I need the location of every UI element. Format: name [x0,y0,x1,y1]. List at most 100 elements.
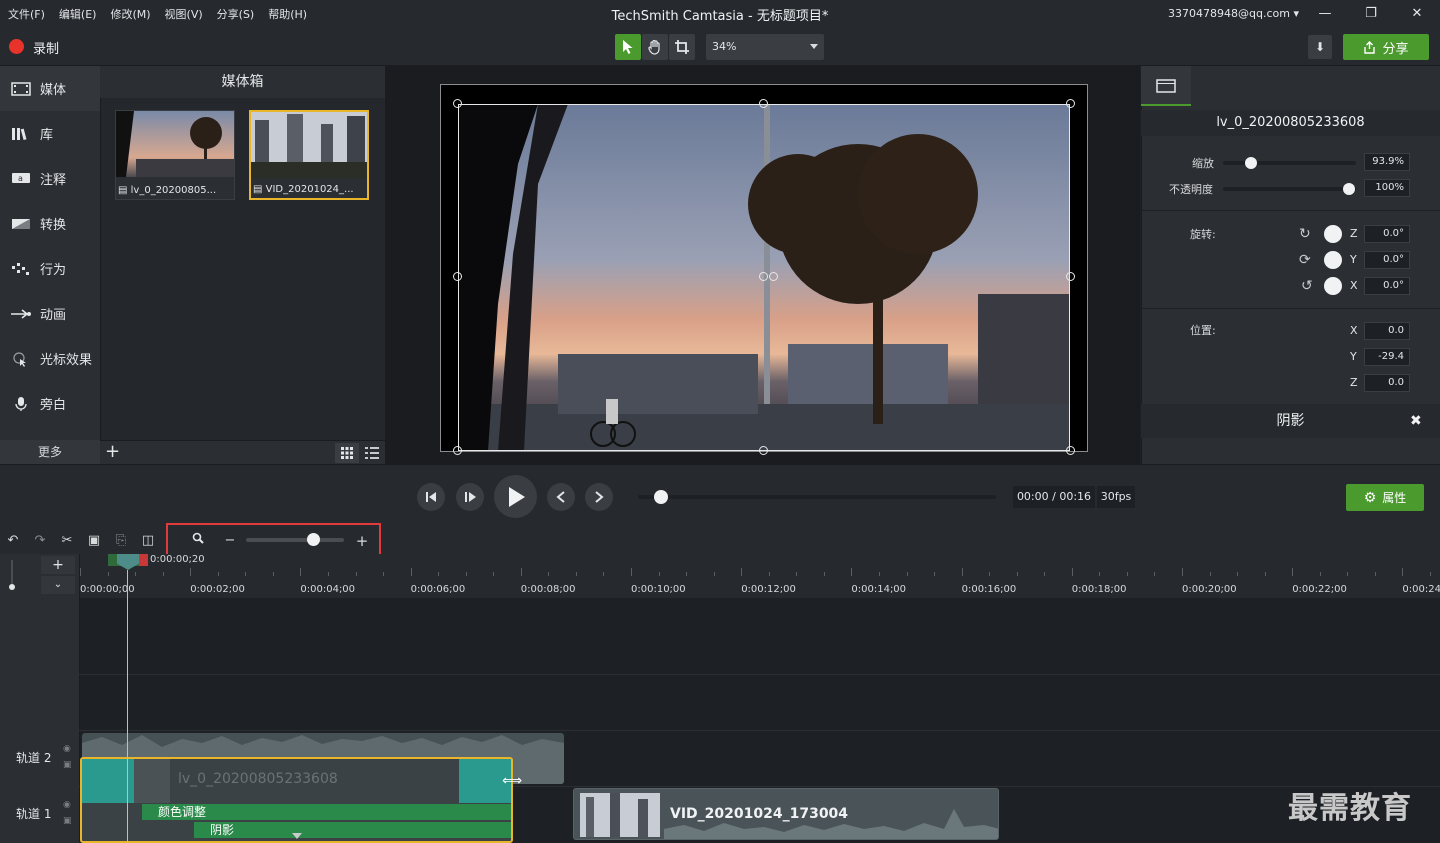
resize-handle[interactable] [453,446,462,455]
add-track-icon[interactable]: + [41,556,75,574]
media-item[interactable]: ▤ lv_0_20200805... [115,110,235,200]
minimize-icon[interactable]: — [1315,4,1335,24]
nav-item-media[interactable]: 媒体 [0,66,100,111]
scale-slider-knob[interactable] [1245,157,1257,169]
close-icon[interactable]: ✖ [1410,413,1422,429]
menu-file[interactable]: 文件(F) [8,6,45,22]
rotation-x-knob[interactable] [1324,277,1342,295]
zoom-in-icon[interactable]: + [353,532,371,550]
center-handle[interactable] [759,272,768,281]
scale-slider[interactable] [1223,161,1356,165]
resize-handle[interactable] [1066,99,1075,108]
ruler-minor-tick [493,572,495,576]
list-view-icon[interactable] [362,443,382,463]
opacity-value-field[interactable]: 100% [1364,179,1410,197]
track-height-slider[interactable] [8,560,16,590]
step-back-icon[interactable] [417,483,445,511]
rotation-z-field[interactable]: 0.0° [1364,225,1410,243]
play-icon[interactable] [494,475,537,518]
split-icon[interactable]: ◫ [139,532,157,550]
resize-handle[interactable] [1066,272,1075,281]
redo-icon[interactable]: ↷ [31,532,49,550]
lock-icon[interactable]: ▣ [63,760,72,770]
nav-item-behaviors[interactable]: 行为 [0,246,100,291]
track-1-label[interactable]: 轨道 1 [16,805,51,822]
timeline-zoom-knob[interactable] [307,533,320,546]
track1-clip-2[interactable]: VID_20201024_173004 [573,788,999,840]
properties-button[interactable]: ⚙ 属性 [1346,484,1424,511]
eye-icon[interactable]: ◉ [63,744,71,754]
maximize-icon[interactable]: ❐ [1361,4,1381,24]
timeline-zoom-slider[interactable] [246,538,344,542]
menu-share[interactable]: 分享(S) [217,6,255,22]
visual-properties-tab[interactable] [1141,66,1191,106]
pan-tool-button[interactable] [642,34,668,60]
zoom-out-icon[interactable]: − [221,532,239,550]
opacity-label: 不透明度 [1169,183,1213,196]
copy-icon[interactable]: ▣ [85,532,103,550]
resize-handle[interactable] [759,446,768,455]
rotation-y-knob[interactable] [1324,251,1342,269]
share-button[interactable]: 分享 [1343,34,1429,60]
nav-item-transitions[interactable]: 转换 [0,201,100,246]
opacity-slider[interactable] [1223,187,1356,191]
film-icon [1156,79,1176,93]
playback-scrubber[interactable] [638,495,996,499]
more-button[interactable]: 更多 [0,440,100,464]
color-adjust-effect[interactable]: 颜色调整 [142,804,511,820]
fps-display[interactable]: 30fps [1097,486,1135,508]
nav-item-cursor-effects[interactable]: 光标效果 [0,336,100,381]
scale-value-field[interactable]: 93.9% [1364,153,1410,171]
nav-item-animations[interactable]: 动画 [0,291,100,336]
position-y-field[interactable]: -29.4 [1364,348,1410,366]
position-x-field[interactable]: 0.0 [1364,322,1410,340]
resize-handle[interactable] [453,272,462,281]
cut-icon[interactable]: ✂ [58,532,76,550]
track1-clip-selected[interactable]: lv_0_20200805233608 颜色调整 阴影 [80,757,513,843]
eye-icon[interactable]: ◉ [63,800,71,810]
properties-label: 属性 [1382,491,1407,505]
previous-icon[interactable] [547,483,575,511]
download-icon[interactable]: ⬇ [1308,35,1332,59]
close-icon[interactable]: ✕ [1407,4,1427,24]
nav-item-voice-narration[interactable]: 旁白 [0,381,100,426]
menu-view[interactable]: 视图(V) [165,6,203,22]
shadow-effect[interactable]: 阴影 [194,822,511,838]
menu-modify[interactable]: 修改(M) [110,6,150,22]
media-item-selected[interactable]: ▤ VID_20201024_... [249,110,369,200]
lock-icon[interactable]: ▣ [63,816,72,826]
position-z-field[interactable]: 0.0 [1364,374,1410,392]
undo-icon[interactable]: ↶ [4,532,22,550]
resize-handle[interactable] [453,99,462,108]
menu-edit[interactable]: 编辑(E) [59,6,97,22]
chevron-down-icon[interactable] [292,833,302,839]
rotate-handle[interactable] [769,272,778,281]
canvas-zoom-select[interactable]: 34% [706,34,824,60]
add-media-icon[interactable]: + [105,443,120,461]
crop-tool-button[interactable] [669,34,695,60]
rotation-x-field[interactable]: 0.0° [1364,277,1410,295]
playhead-range-end[interactable] [139,554,148,566]
chevron-down-icon[interactable]: ⌄ [41,576,75,594]
track-2-label[interactable]: 轨道 2 [16,749,51,766]
rotation-z-knob[interactable] [1324,225,1342,243]
grid-view-icon[interactable] [335,443,359,463]
nav-item-annotations[interactable]: a 注释 [0,156,100,201]
watermark-text: 最需教育 [1288,791,1412,826]
nav-item-library[interactable]: 库 [0,111,100,156]
resize-handle[interactable] [759,99,768,108]
opacity-slider-knob[interactable] [1343,183,1355,195]
next-icon[interactable] [585,483,613,511]
rotation-y-field[interactable]: 0.0° [1364,251,1410,269]
playback-scrubber-knob[interactable] [654,490,668,504]
select-tool-button[interactable] [615,34,641,60]
menu-help[interactable]: 帮助(H) [268,6,307,22]
search-icon[interactable] [189,532,207,550]
paste-icon[interactable]: ⎘ [112,532,130,550]
record-icon[interactable] [9,39,24,54]
record-button[interactable]: 录制 [33,38,59,57]
step-forward-icon[interactable] [456,483,484,511]
resize-handle[interactable] [1066,446,1075,455]
account-menu[interactable]: 3370478948@qq.com ▾ [1168,7,1299,20]
shadow-section-header[interactable]: 阴影 [1141,404,1440,438]
